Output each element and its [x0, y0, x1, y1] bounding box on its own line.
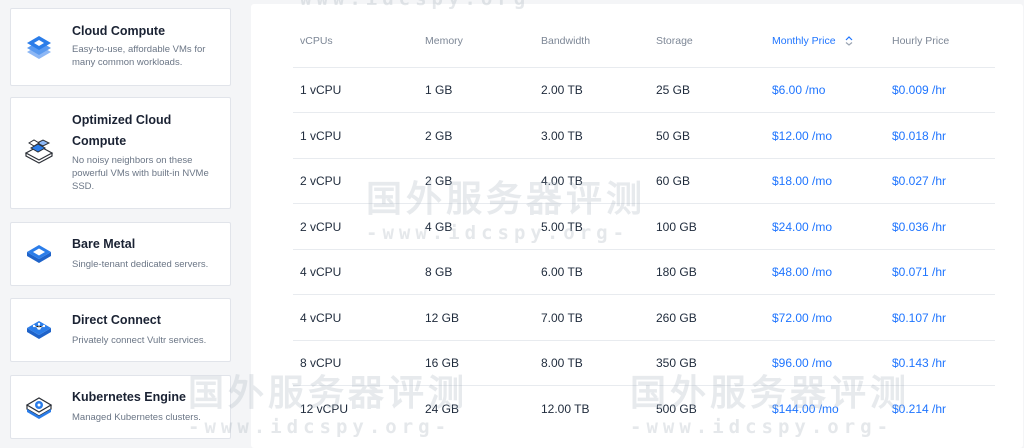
cell-bandwidth: 8.00 TB: [541, 356, 583, 370]
table-row[interactable]: 1 vCPU 1 GB 2.00 TB 25 GB $6.00 /mo $0.009 /h…: [293, 68, 995, 113]
sort-toggle-icon[interactable]: [845, 35, 853, 46]
direct-connect-icon: [27, 321, 51, 339]
product-description: Single-tenant dedicated servers.: [72, 259, 209, 270]
product-card-direct-connect[interactable]: Direct Connect Privately connect Vultr s…: [10, 298, 231, 362]
cell-hourly-price: $0.143 /hr: [892, 356, 947, 370]
cell-vcpus: 2 vCPU: [300, 174, 342, 188]
cell-bandwidth: 3.00 TB: [541, 128, 583, 143]
cell-hourly-price: $0.071 /hr: [892, 265, 947, 279]
cell-storage: 60 GB: [656, 174, 691, 188]
cell-memory: 24 GB: [425, 402, 460, 416]
cell-monthly-price: $96.00 /mo: [772, 356, 833, 370]
product-title: Cloud Compute: [72, 24, 166, 38]
product-title: Bare Metal: [72, 237, 136, 251]
cell-bandwidth: 7.00 TB: [541, 310, 583, 325]
pricing-table: vCPUs Memory Bandwidth Storage Monthly P…: [251, 4, 1023, 448]
header-bandwidth[interactable]: Bandwidth: [541, 14, 590, 67]
product-card-bare-metal[interactable]: Bare Metal Single-tenant dedicated serve…: [10, 222, 231, 286]
header-memory[interactable]: Memory: [425, 14, 463, 67]
cell-storage: 100 GB: [656, 219, 697, 234]
cell-storage: 50 GB: [656, 128, 691, 143]
product-title: Kubernetes Engine: [72, 390, 186, 404]
cell-monthly-price: $144.00 /mo: [772, 402, 839, 416]
cell-storage: 180 GB: [656, 265, 697, 279]
cell-storage: 500 GB: [656, 402, 697, 416]
cell-monthly-price: $24.00 /mo: [772, 219, 833, 234]
product-card-cloud-compute[interactable]: Cloud Compute Easy-to-use, affordable VM…: [10, 8, 231, 86]
cell-hourly-price: $0.107 /hr: [892, 310, 947, 325]
cell-memory: 16 GB: [425, 356, 460, 370]
table-row[interactable]: 2 vCPU 4 GB 5.00 TB 100 GB $24.00 /mo $0.036 …: [293, 205, 995, 250]
cell-storage: 25 GB: [656, 83, 691, 97]
table-row[interactable]: 2 vCPU 2 GB 4.00 TB 60 GB $18.00 /mo $0.027 /…: [293, 159, 995, 204]
product-title: Direct Connect: [72, 313, 161, 327]
header-vcpus[interactable]: vCPUs: [300, 14, 333, 67]
cell-hourly-price: $0.027 /hr: [892, 174, 947, 188]
cell-memory: 8 GB: [425, 265, 453, 279]
header-monthly-price-label: Monthly Price: [772, 34, 836, 47]
cell-hourly-price: $0.036 /hr: [892, 219, 947, 234]
cell-vcpus: 2 vCPU: [300, 219, 342, 234]
kubernetes-icon: [25, 397, 53, 419]
cell-bandwidth: 4.00 TB: [541, 174, 583, 188]
cell-storage: 350 GB: [656, 356, 697, 370]
cell-bandwidth: 5.00 TB: [541, 219, 583, 234]
table-row[interactable]: 4 vCPU 12 GB 7.00 TB 260 GB $72.00 /mo $0.107…: [293, 296, 995, 341]
cell-hourly-price: $0.009 /hr: [892, 83, 947, 97]
cell-memory: 12 GB: [425, 310, 460, 325]
optimized-compute-icon: [24, 139, 54, 164]
cell-vcpus: 1 vCPU: [300, 83, 342, 97]
cell-bandwidth: 12.00 TB: [541, 402, 590, 416]
cell-hourly-price: $0.018 /hr: [892, 128, 947, 143]
cell-memory: 4 GB: [425, 219, 453, 234]
cell-memory: 2 GB: [425, 128, 453, 143]
cell-bandwidth: 2.00 TB: [541, 83, 583, 97]
header-storage[interactable]: Storage: [656, 14, 693, 67]
product-card-kubernetes[interactable]: Kubernetes Engine Managed Kubernetes clu…: [10, 375, 231, 439]
cell-vcpus: 4 vCPU: [300, 265, 342, 279]
product-description: Easy-to-use, affordable VMs for many com…: [72, 44, 206, 68]
cell-vcpus: 4 vCPU: [300, 310, 342, 325]
cell-vcpus: 1 vCPU: [300, 128, 342, 143]
product-description: No noisy neighbors on these powerful VMs…: [72, 155, 209, 192]
cell-hourly-price: $0.214 /hr: [892, 402, 947, 416]
cloud-compute-icon: [27, 36, 51, 59]
table-header-row: vCPUs Memory Bandwidth Storage Monthly P…: [293, 14, 995, 68]
table-row[interactable]: 1 vCPU 2 GB 3.00 TB 50 GB $12.00 /mo $0.018 /…: [293, 114, 995, 159]
header-monthly-price[interactable]: Monthly Price: [772, 14, 853, 67]
cell-monthly-price: $12.00 /mo: [772, 128, 833, 143]
product-title: Optimized Cloud Compute: [72, 113, 172, 148]
product-description: Privately connect Vultr services.: [72, 335, 207, 346]
bare-metal-icon: [27, 245, 51, 263]
product-description: Managed Kubernetes clusters.: [72, 412, 201, 423]
cell-memory: 2 GB: [425, 174, 453, 188]
cell-bandwidth: 6.00 TB: [541, 265, 583, 279]
product-card-optimized-compute[interactable]: Optimized Cloud Compute No noisy neighbo…: [10, 97, 231, 209]
cell-monthly-price: $48.00 /mo: [772, 265, 833, 279]
table-row[interactable]: 8 vCPU 16 GB 8.00 TB 350 GB $96.00 /mo $0.143…: [293, 341, 995, 386]
cell-monthly-price: $6.00 /mo: [772, 83, 826, 97]
cell-storage: 260 GB: [656, 310, 697, 325]
cell-vcpus: 12 vCPU: [300, 402, 349, 416]
cell-monthly-price: $72.00 /mo: [772, 310, 833, 325]
table-row[interactable]: 12 vCPU 24 GB 12.00 TB 500 GB $144.00 /mo $0.…: [293, 387, 995, 432]
cell-memory: 1 GB: [425, 83, 453, 97]
header-hourly-price[interactable]: Hourly Price: [892, 14, 949, 67]
cell-vcpus: 8 vCPU: [300, 356, 342, 370]
table-row[interactable]: 4 vCPU 8 GB 6.00 TB 180 GB $48.00 /mo $0.071 …: [293, 250, 995, 295]
cell-monthly-price: $18.00 /mo: [772, 174, 833, 188]
